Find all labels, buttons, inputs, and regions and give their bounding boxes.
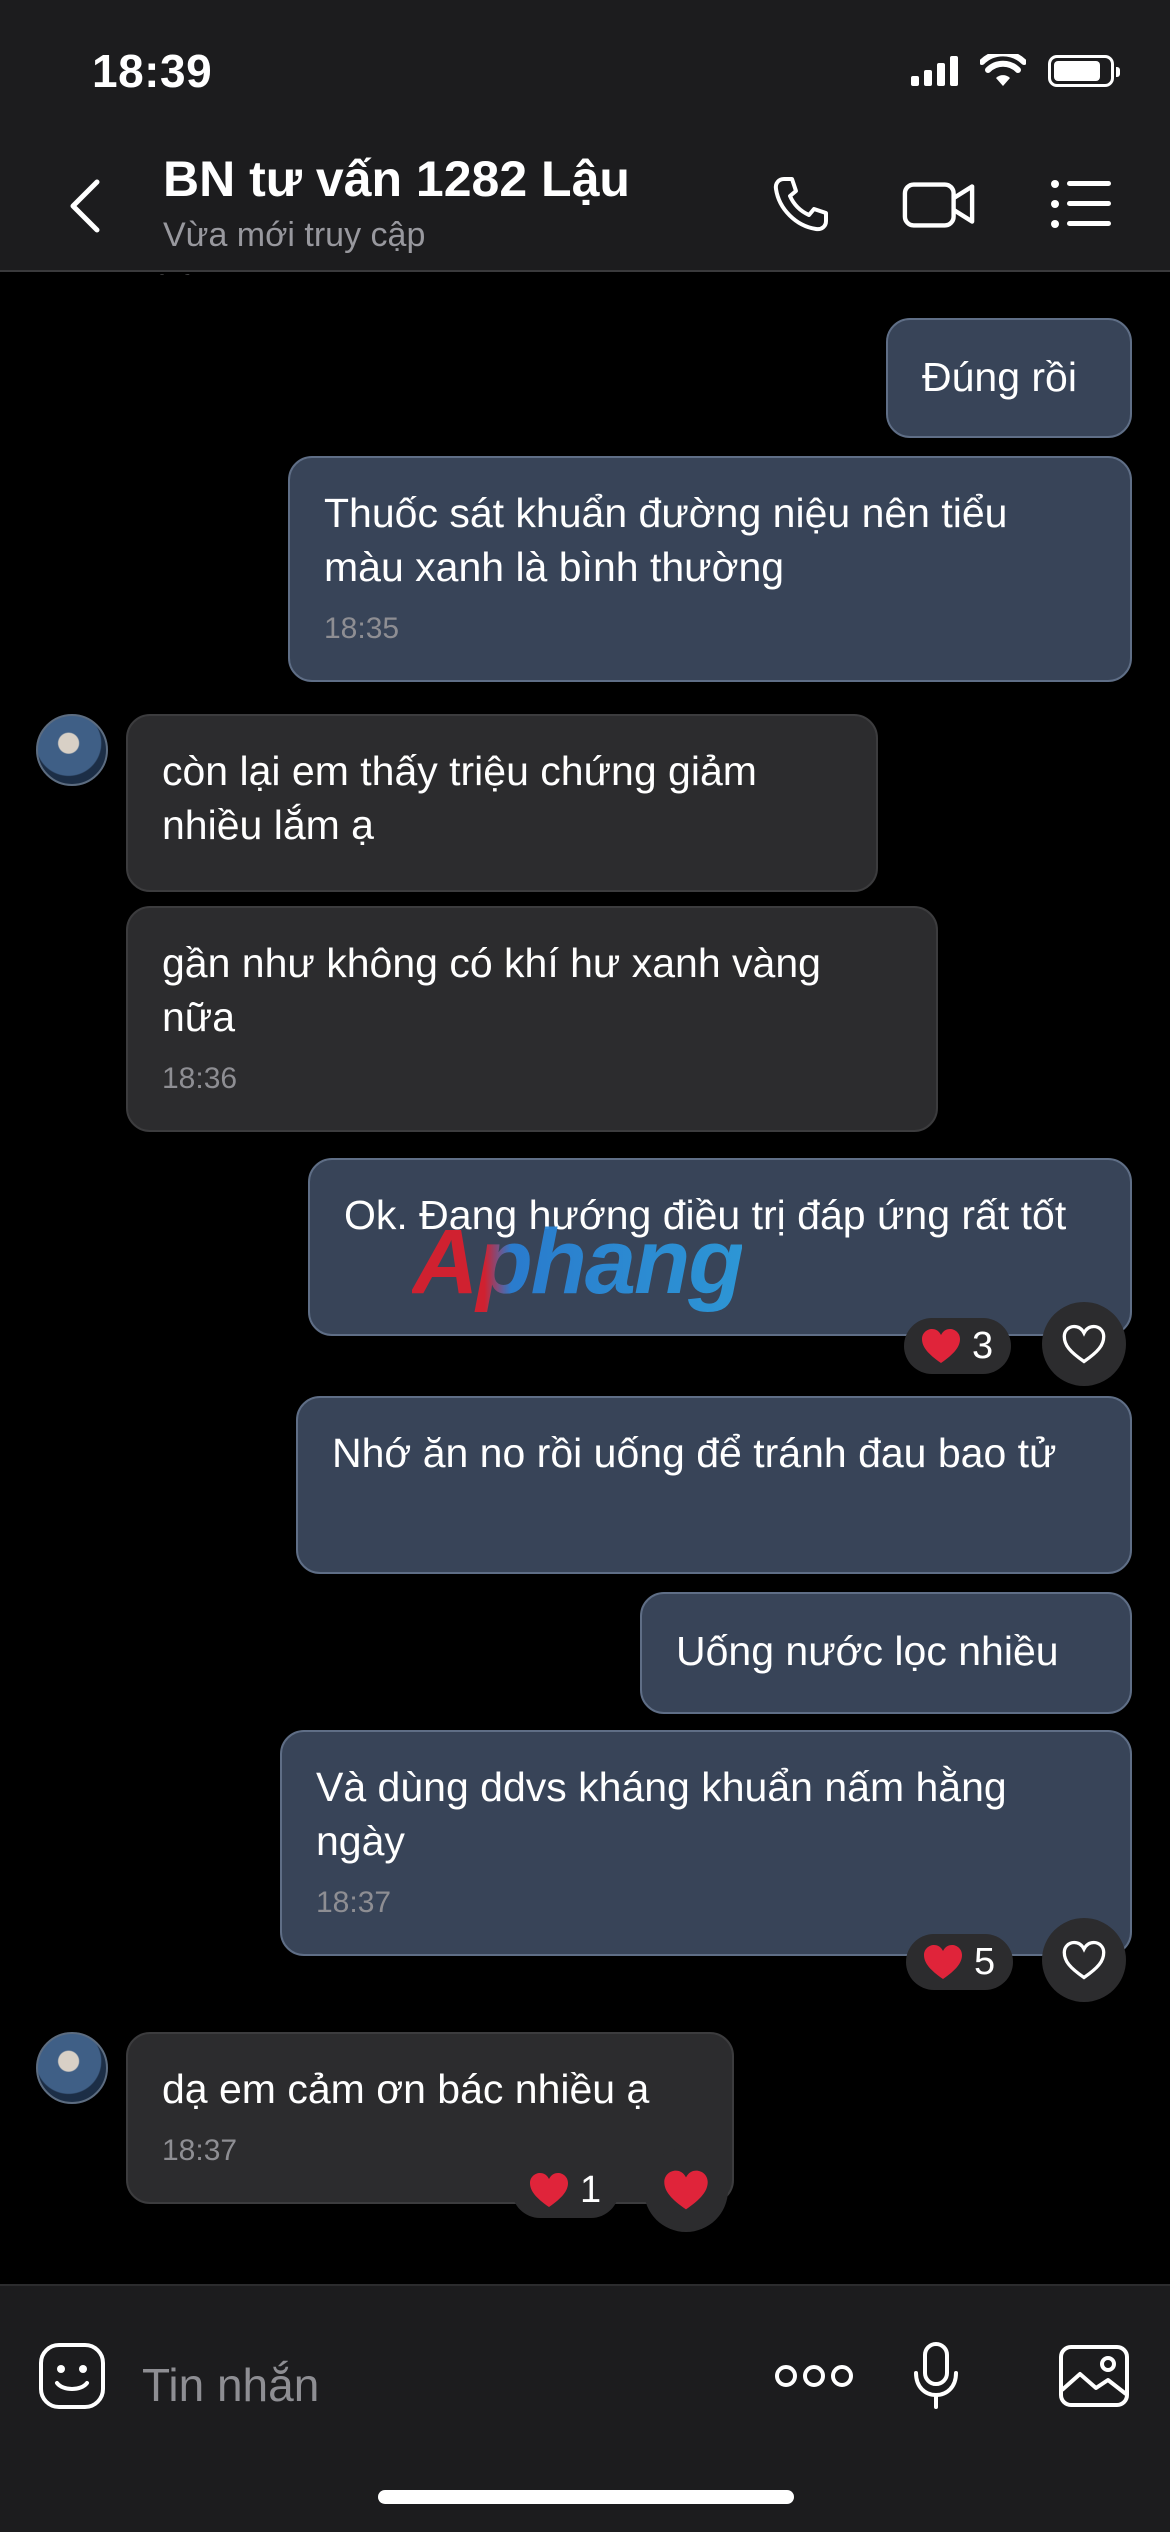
message-time: 18:35 — [324, 612, 400, 645]
sticker-icon — [39, 2343, 105, 2409]
message-bubble-out[interactable]: Và dùng ddvs kháng khuẩn nấm hằng ngày 1… — [280, 1730, 1132, 1956]
message-text: Đúng rồi — [922, 354, 1077, 400]
message-bubble-in[interactable]: còn lại em thấy triệu chứng giảm nhiều l… — [126, 714, 878, 892]
reaction-count-value: 5 — [974, 1940, 996, 1983]
message-time: 18:37 — [162, 2134, 238, 2167]
reaction-count[interactable]: 1 — [512, 2162, 620, 2218]
microphone-icon — [914, 2342, 958, 2409]
heart-icon — [530, 2173, 568, 2207]
message-time: 18:36 — [162, 1062, 238, 1095]
status-icons — [911, 54, 1120, 88]
message-time-clipped: 18:34 — [137, 274, 212, 282]
message-text: dạ em cảm ơn bác nhiều ạ — [162, 2066, 650, 2112]
message-text: Uống nước lọc nhiều — [676, 1628, 1059, 1674]
battery-icon — [1048, 55, 1120, 87]
chat-area[interactable]: 18:34 Đúng rồi Thuốc sát khuẩn đường niệ… — [0, 274, 1170, 2234]
status-time: 18:39 — [92, 45, 213, 97]
phone-icon — [773, 177, 828, 232]
chat-subtitle: Vừa mới truy cập — [163, 216, 426, 254]
react-button-active[interactable] — [644, 2148, 728, 2232]
message-bubble-out[interactable]: Uống nước lọc nhiều — [640, 1592, 1132, 1714]
chat-title[interactable]: BN tư vấn 1282 Lậu — [163, 150, 630, 208]
back-button[interactable] — [60, 176, 110, 236]
list-menu-icon — [1051, 180, 1111, 228]
sticker-button[interactable] — [32, 2336, 112, 2416]
message-time: 18:37 — [316, 1886, 392, 1919]
heart-icon — [922, 1329, 960, 1363]
top-bar: 18:39 BN tư vấn 1282 Lậu Vừa mới truy cậ… — [0, 0, 1170, 272]
reaction-count-value: 3 — [972, 1324, 994, 1367]
voice-record-button[interactable] — [896, 2336, 976, 2416]
message-bubble-out[interactable]: Thuốc sát khuẩn đường niệu nên tiểu màu … — [288, 456, 1132, 682]
cellular-signal-icon — [911, 56, 958, 86]
heart-outline-icon — [1062, 1324, 1106, 1364]
avatar[interactable] — [36, 2032, 108, 2104]
avatar[interactable] — [36, 714, 108, 786]
reaction-count[interactable]: 3 — [904, 1318, 1012, 1374]
wifi-icon — [980, 54, 1026, 86]
home-indicator[interactable] — [378, 2490, 794, 2504]
message-bubble-in[interactable]: dạ em cảm ơn bác nhiều ạ 18:37 — [126, 2032, 734, 2204]
video-camera-icon — [902, 182, 975, 228]
reaction-count[interactable]: 5 — [906, 1934, 1014, 1990]
message-input[interactable]: Tin nhắn — [142, 2358, 319, 2412]
message-text: còn lại em thấy triệu chứng giảm nhiều l… — [162, 748, 757, 848]
heart-icon — [924, 1945, 962, 1979]
watermark-logo: Aphang — [412, 1211, 744, 1313]
react-button[interactable] — [1042, 1918, 1126, 2002]
message-bubble-out[interactable]: Đúng rồi — [886, 318, 1132, 438]
message-text: Nhớ ăn no rồi uống để tránh đau bao tử — [332, 1430, 1057, 1476]
message-bubble-out[interactable]: Nhớ ăn no rồi uống để tránh đau bao tử — [296, 1396, 1132, 1574]
reaction-count-value: 1 — [580, 2168, 602, 2211]
more-horizontal-icon — [775, 2365, 853, 2387]
heart-icon — [664, 2170, 708, 2210]
more-options-button[interactable] — [752, 2336, 876, 2416]
heart-outline-icon — [1062, 1940, 1106, 1980]
message-text: Thuốc sát khuẩn đường niệu nên tiểu màu … — [324, 490, 1008, 590]
message-bubble-in[interactable]: gần như không có khí hư xanh vàng nữa 18… — [126, 906, 938, 1132]
chat-options-button[interactable] — [1044, 172, 1118, 236]
call-button[interactable] — [764, 172, 838, 236]
image-picker-button[interactable] — [1054, 2336, 1134, 2416]
react-button[interactable] — [1042, 1302, 1126, 1386]
video-call-button[interactable] — [902, 172, 976, 236]
message-text: Và dùng ddvs kháng khuẩn nấm hằng ngày — [316, 1764, 1007, 1864]
message-text: gần như không có khí hư xanh vàng nữa — [162, 940, 821, 1040]
back-chevron-icon — [70, 179, 100, 233]
image-icon — [1059, 2345, 1129, 2407]
